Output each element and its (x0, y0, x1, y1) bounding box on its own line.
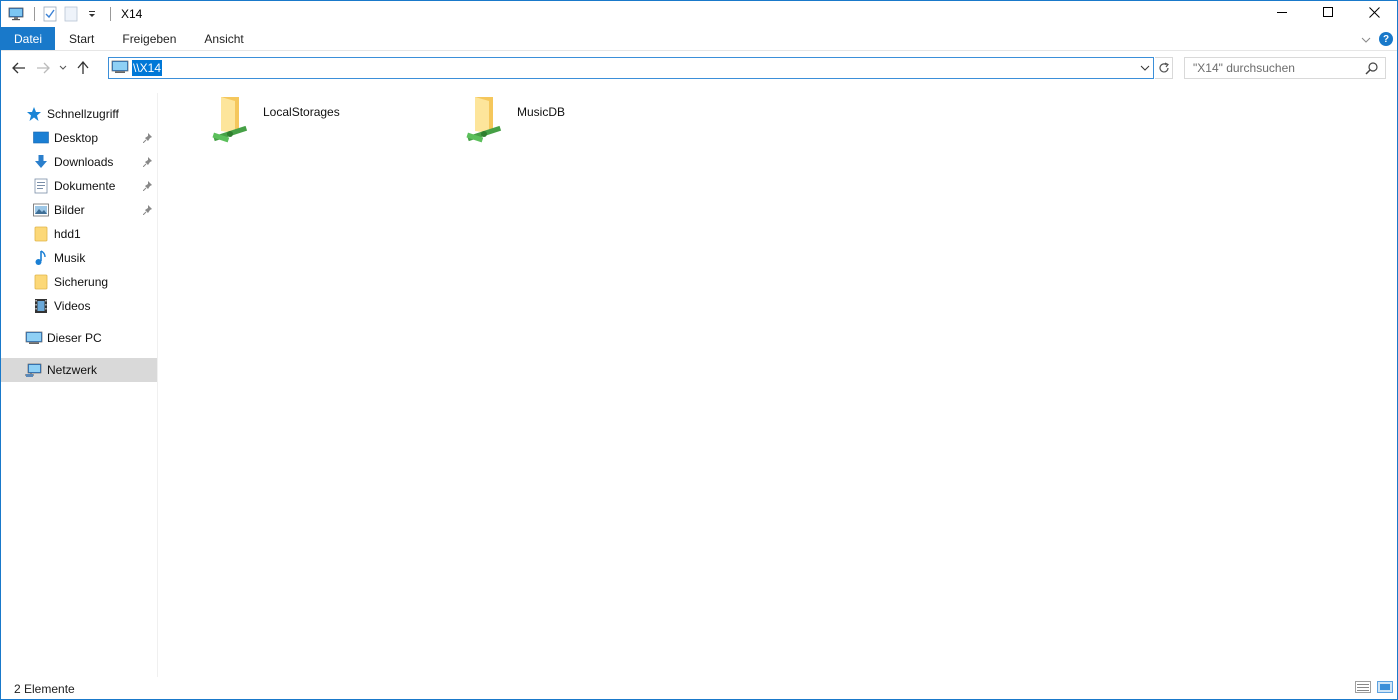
folder-icon (32, 273, 50, 291)
nav-item-label: Schnellzugriff (47, 107, 119, 121)
properties-icon[interactable] (41, 5, 59, 23)
explorer-window: X14 Datei Start Freigeben Ansicht ? \\X1… (0, 0, 1398, 700)
recent-locations-button[interactable] (55, 56, 71, 80)
title-bar: X14 (1, 1, 1397, 27)
nav-item-label: Dieser PC (47, 331, 102, 345)
forward-button[interactable] (31, 56, 55, 80)
refresh-button[interactable] (1155, 57, 1173, 79)
ribbon-controls: ? (1361, 27, 1393, 51)
nav-item-label: Musik (54, 251, 86, 265)
window-controls (1259, 1, 1397, 23)
address-bar[interactable]: \\X14 (108, 57, 1154, 79)
pin-icon[interactable] (142, 204, 153, 218)
toolbar-separator (110, 7, 111, 21)
ribbon-tabs: Datei Start Freigeben Ansicht ? (1, 27, 1397, 51)
new-folder-icon[interactable] (62, 5, 80, 23)
list-item[interactable]: LocalStorages (211, 95, 340, 143)
up-button[interactable] (71, 56, 95, 80)
network-icon (25, 361, 43, 379)
video-icon (32, 297, 50, 315)
minimize-button[interactable] (1259, 1, 1305, 23)
nav-item-label: Videos (54, 299, 91, 313)
item-label: MusicDB (517, 105, 566, 119)
nav-item-hdd1[interactable]: hdd1 (1, 222, 157, 246)
toolbar-separator (34, 7, 35, 21)
nav-item-label: Downloads (54, 155, 114, 169)
expand-ribbon-icon[interactable] (1361, 32, 1371, 46)
nav-item-schnellzugriff[interactable]: Schnellzugriff (1, 102, 157, 126)
large-icons-view-icon[interactable] (1377, 681, 1393, 696)
view-switcher (1355, 681, 1393, 696)
help-icon[interactable]: ? (1379, 32, 1393, 46)
computer-icon (111, 60, 129, 77)
status-bar: 2 Elemente (1, 678, 1397, 700)
computer-icon[interactable] (7, 5, 25, 23)
nav-item-musik[interactable]: Musik (1, 246, 157, 270)
list-item[interactable]: MusicDB (465, 95, 565, 143)
music-icon (32, 249, 50, 267)
maximize-button[interactable] (1305, 1, 1351, 23)
nav-item-sicherung[interactable]: Sicherung (1, 270, 157, 294)
nav-item-label: hdd1 (54, 227, 81, 241)
search-icon[interactable] (1365, 61, 1379, 78)
address-row: \\X14 "X14" durchsuchen (1, 52, 1397, 84)
item-count: 2 Elemente (14, 682, 75, 696)
search-placeholder: "X14" durchsuchen (1193, 61, 1295, 75)
pictures-icon (32, 201, 50, 219)
nav-item-label: Netzwerk (47, 363, 98, 377)
network-share-folder-icon (465, 95, 509, 143)
nav-item-label: Desktop (54, 131, 99, 145)
computer-icon (25, 329, 43, 347)
details-view-icon[interactable] (1355, 681, 1371, 696)
address-path[interactable]: \\X14 (132, 60, 163, 76)
folder-icon (32, 225, 50, 243)
pin-icon[interactable] (142, 132, 153, 146)
tab-freigeben[interactable]: Freigeben (108, 27, 190, 50)
window-title: X14 (121, 7, 143, 21)
nav-item-label: Sicherung (54, 275, 109, 289)
tab-ansicht[interactable]: Ansicht (190, 27, 257, 50)
star-icon (25, 105, 43, 123)
nav-item-label: Bilder (54, 203, 85, 217)
desktop-icon (32, 129, 50, 147)
nav-item-dieser-pc[interactable]: Dieser PC (1, 326, 157, 350)
customize-toolbar-icon[interactable] (83, 5, 101, 23)
nav-item-desktop[interactable]: Desktop (1, 126, 157, 150)
pin-icon[interactable] (142, 156, 153, 170)
network-share-folder-icon (211, 95, 255, 143)
tab-start[interactable]: Start (55, 27, 108, 50)
nav-item-dokumente[interactable]: Dokumente (1, 174, 157, 198)
nav-item-bilder[interactable]: Bilder (1, 198, 157, 222)
nav-item-netzwerk[interactable]: Netzwerk (1, 358, 157, 382)
document-icon (32, 177, 50, 195)
back-button[interactable] (7, 56, 31, 80)
search-input[interactable]: "X14" durchsuchen (1184, 57, 1386, 79)
item-label: LocalStorages (263, 105, 340, 119)
navigation-pane: Schnellzugriff Desktop Downloads Dokumen… (1, 93, 158, 677)
address-dropdown-icon[interactable] (1140, 61, 1150, 78)
nav-item-label: Dokumente (54, 179, 116, 193)
download-icon (32, 153, 50, 171)
nav-item-videos[interactable]: Videos (1, 294, 157, 318)
tab-datei[interactable]: Datei (1, 27, 56, 50)
nav-item-downloads[interactable]: Downloads (1, 150, 157, 174)
content-area: LocalStorages MusicDB (159, 93, 1397, 677)
pin-icon[interactable] (142, 180, 153, 194)
quick-access-toolbar: X14 (1, 1, 142, 27)
close-button[interactable] (1351, 1, 1397, 23)
